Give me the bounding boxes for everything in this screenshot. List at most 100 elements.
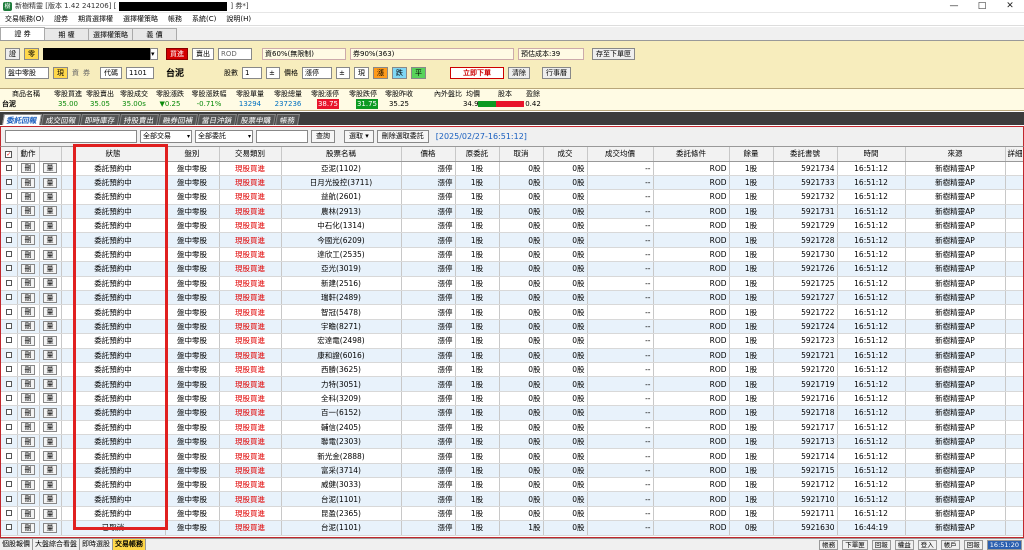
change-qty-button[interactable]: 量 bbox=[43, 407, 57, 418]
tab-trade-account[interactable]: 交易帳務 bbox=[113, 539, 146, 550]
trade-type-select[interactable]: 盤中零股 bbox=[5, 66, 49, 79]
checkbox-icon[interactable] bbox=[5, 394, 12, 401]
detail-cell[interactable] bbox=[1005, 520, 1023, 536]
change-qty-button[interactable]: 量 bbox=[43, 465, 57, 476]
change-qty-button[interactable]: 量 bbox=[43, 235, 57, 246]
checkbox-icon[interactable] bbox=[5, 481, 12, 488]
detail-cell[interactable] bbox=[1005, 261, 1023, 277]
change-qty-button[interactable]: 量 bbox=[43, 249, 57, 260]
delete-order-button[interactable]: 刪 bbox=[21, 307, 35, 318]
select-all-checkbox[interactable]: ✓ bbox=[1, 147, 18, 162]
row-checkbox[interactable] bbox=[1, 304, 18, 320]
change-qty-button[interactable]: 量 bbox=[43, 292, 57, 303]
table-row[interactable]: 刪量委託預約中 盤中零股 現股買進 今國光(6209) 漲停 1股 0股 0股 -- ROD 1股 5… bbox=[1, 232, 1023, 248]
delete-order-button[interactable]: 刪 bbox=[21, 177, 35, 188]
delete-order-button[interactable]: 刪 bbox=[21, 436, 35, 447]
row-checkbox[interactable] bbox=[1, 506, 18, 522]
delete-order-button[interactable]: 刪 bbox=[21, 479, 35, 490]
row-checkbox[interactable] bbox=[1, 319, 18, 335]
row-checkbox[interactable] bbox=[1, 276, 18, 292]
delete-order-button[interactable]: 刪 bbox=[21, 522, 35, 533]
stock-code-input[interactable]: 1101 bbox=[126, 66, 154, 79]
checkbox-icon[interactable] bbox=[5, 351, 12, 358]
buy-button[interactable]: 買進 bbox=[166, 47, 188, 60]
checkbox-icon[interactable] bbox=[5, 251, 12, 258]
detail-cell[interactable] bbox=[1005, 362, 1023, 378]
checkbox-icon[interactable] bbox=[5, 438, 12, 445]
account-filter-select[interactable]: ▾ bbox=[5, 130, 137, 143]
filter-text-input[interactable] bbox=[256, 130, 308, 143]
checkbox-icon[interactable] bbox=[5, 495, 12, 502]
checkbox-icon[interactable] bbox=[5, 207, 12, 214]
price-limit-down-button[interactable]: 跌 bbox=[392, 66, 408, 79]
delete-order-button[interactable]: 刪 bbox=[21, 263, 35, 274]
order-filter-select[interactable]: 全部委託 ▾ bbox=[195, 130, 253, 143]
delete-order-button[interactable]: 刪 bbox=[21, 206, 35, 217]
row-checkbox[interactable] bbox=[1, 434, 18, 450]
detail-cell[interactable] bbox=[1005, 405, 1023, 421]
detail-cell[interactable] bbox=[1005, 506, 1023, 522]
table-row[interactable]: 刪量委託預約中 盤中零股 現股買進 聯電(2303) 漲停 1股 0股 0股 -- ROD 1股 59… bbox=[1, 434, 1023, 450]
table-row[interactable]: 刪量委託預約中 盤中零股 現股買進 智冠(5478) 漲停 1股 0股 0股 -- ROD 1股 59… bbox=[1, 304, 1023, 320]
trade-filter-select[interactable]: 全部交易 ▾ bbox=[140, 130, 192, 143]
code-label-button[interactable]: 代碼 bbox=[100, 66, 122, 79]
detail-cell[interactable] bbox=[1005, 189, 1023, 205]
market-securities-button[interactable]: 證 bbox=[5, 47, 20, 60]
row-checkbox[interactable] bbox=[1, 520, 18, 536]
tab-short-cover[interactable]: 融券回補 bbox=[158, 114, 198, 125]
change-qty-button[interactable]: 量 bbox=[43, 508, 57, 519]
checkbox-icon[interactable] bbox=[5, 366, 12, 373]
place-order-button[interactable]: 立即下單 bbox=[450, 66, 505, 79]
sell-button[interactable]: 賣出 bbox=[192, 47, 214, 60]
change-qty-button[interactable]: 量 bbox=[43, 479, 57, 490]
save-to-order-box-button[interactable]: 存至下單匣 bbox=[592, 47, 635, 60]
table-row[interactable]: 刪量委託預約中 盤中零股 現股買進 輔信(2405) 漲停 1股 0股 0股 -- ROD 1股 59… bbox=[1, 420, 1023, 435]
delete-order-button[interactable]: 刪 bbox=[21, 321, 35, 332]
change-qty-button[interactable]: 量 bbox=[43, 263, 57, 274]
delete-order-button[interactable]: 刪 bbox=[21, 292, 35, 303]
change-qty-button[interactable]: 量 bbox=[43, 451, 57, 461]
detail-cell[interactable] bbox=[1005, 463, 1023, 479]
change-qty-button[interactable]: 量 bbox=[43, 163, 57, 174]
checkbox-icon[interactable] bbox=[5, 179, 12, 186]
detail-cell[interactable] bbox=[1005, 290, 1023, 306]
finance-option[interactable]: 資 bbox=[72, 68, 79, 78]
cash-button[interactable]: 現 bbox=[53, 66, 68, 79]
table-row[interactable]: 刪量委託預約中 盤中零股 現股買進 農林(2913) 漲停 1股 0股 0股 -- ROD 1股 59… bbox=[1, 204, 1023, 220]
checkbox-icon[interactable] bbox=[5, 222, 12, 229]
delete-order-button[interactable]: 刪 bbox=[21, 364, 35, 375]
detail-cell[interactable] bbox=[1005, 376, 1023, 392]
row-checkbox[interactable] bbox=[1, 333, 18, 349]
row-checkbox[interactable] bbox=[1, 448, 18, 464]
tab-inventory[interactable]: 即時庫存 bbox=[80, 114, 120, 125]
row-checkbox[interactable] bbox=[1, 362, 18, 378]
change-qty-button[interactable]: 量 bbox=[43, 191, 57, 202]
change-qty-button[interactable]: 量 bbox=[43, 206, 57, 217]
tab-market-overview[interactable]: 大盤綜合看盤 bbox=[33, 539, 80, 550]
detail-cell[interactable] bbox=[1005, 333, 1023, 349]
delete-order-button[interactable]: 刪 bbox=[21, 191, 35, 202]
detail-cell[interactable] bbox=[1005, 276, 1023, 292]
tab-futures-options[interactable]: 期 權 bbox=[44, 28, 89, 40]
menu-accounts[interactable]: 帳務 bbox=[168, 14, 182, 24]
detail-cell[interactable] bbox=[1005, 175, 1023, 191]
table-row[interactable]: 刪量委託預約中 盤中零股 現股買進 中石化(1314) 漲停 1股 0股 0股 -- ROD 1股 5… bbox=[1, 218, 1023, 234]
price-flat-button[interactable]: 平 bbox=[411, 66, 427, 79]
table-row[interactable]: 刪量委託預約中 盤中零股 現股買進 新光金(2888) 漲停 1股 0股 0股 -- ROD 1股 5… bbox=[1, 448, 1023, 464]
checkbox-icon[interactable] bbox=[5, 265, 12, 272]
delete-order-button[interactable]: 刪 bbox=[21, 235, 35, 246]
row-checkbox[interactable] bbox=[1, 405, 18, 421]
delete-order-button[interactable]: 刪 bbox=[21, 451, 35, 461]
checkbox-icon[interactable] bbox=[5, 322, 12, 329]
row-checkbox[interactable] bbox=[1, 463, 18, 479]
status-report-button[interactable]: 回報 bbox=[871, 539, 891, 550]
table-row[interactable]: 刪量委託預約中 盤中零股 現股買進 達欣工(2535) 漲停 1股 0股 0股 -- ROD 1股 5… bbox=[1, 247, 1023, 263]
row-checkbox[interactable] bbox=[1, 491, 18, 507]
delete-order-button[interactable]: 刪 bbox=[21, 220, 35, 231]
delete-order-button[interactable]: 刪 bbox=[21, 407, 35, 418]
delete-order-button[interactable]: 刪 bbox=[21, 379, 35, 390]
checkbox-icon[interactable] bbox=[5, 193, 12, 200]
tab-ipo[interactable]: 股票申購 bbox=[236, 114, 276, 125]
menu-futures[interactable]: 期貨選擇權 bbox=[78, 14, 113, 24]
change-qty-button[interactable]: 量 bbox=[43, 307, 57, 318]
